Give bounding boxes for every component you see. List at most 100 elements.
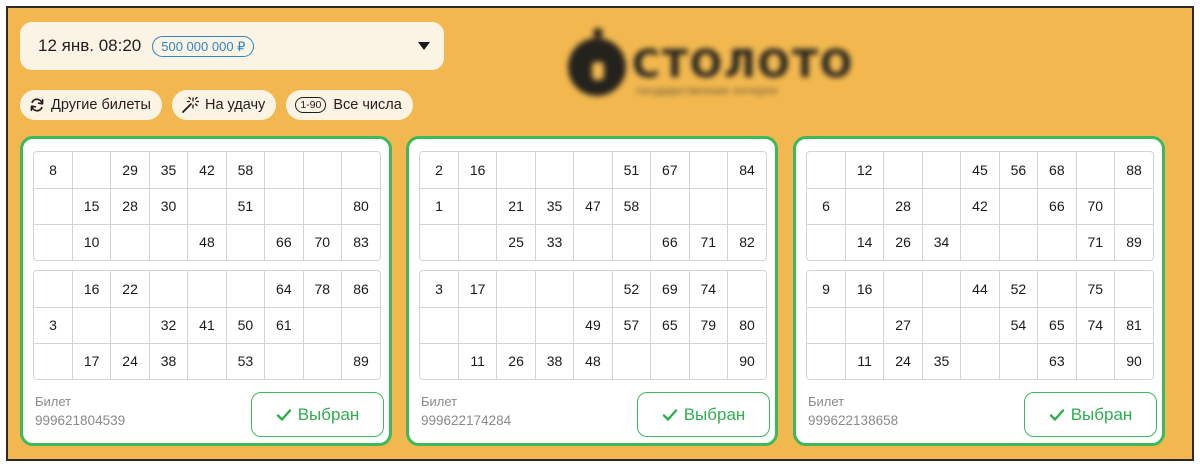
ticket-cell: 51	[611, 152, 652, 189]
ticket-cell	[844, 306, 885, 344]
ticket-cell: 6	[807, 187, 846, 225]
jackpot-badge: 500 000 000 ₽	[152, 35, 255, 57]
ticket-cell: 70	[302, 223, 343, 260]
ticket-number: 999622174284	[421, 413, 512, 428]
ticket-cell	[341, 152, 380, 189]
ticket-cell: 80	[727, 306, 766, 344]
ticket-field: 9 16 44 52 75 27 54 65 74 81 11 24 35 63 90	[806, 270, 1154, 380]
ticket-cell: 16	[71, 271, 112, 308]
ticket-cell: 29	[110, 152, 150, 189]
ticket-cell: 79	[688, 306, 729, 344]
ticket-label: Билет	[808, 394, 845, 409]
ticket-cell	[34, 271, 73, 308]
ticket-cell: 25	[496, 223, 536, 260]
all-numbers-button[interactable]: 1-90 Все числа	[286, 90, 413, 120]
ticket-cell	[1114, 271, 1153, 308]
ticket-cell: 47	[573, 187, 613, 225]
ticket-cell: 26	[883, 223, 923, 260]
ticket-card[interactable]: 8 29 35 42 58 15 28 30 51 80 10 48 66 70 83 16 22 64 78 86 3…	[20, 136, 392, 446]
ticket-row: 25 33 66 71 82	[420, 223, 766, 260]
ticket-card[interactable]: 12 45 56 68 88 6 28 42 66 70 14 26 34 71 89 9 16 44 52 75 27…	[793, 136, 1165, 446]
ticket-cell: 68	[1037, 152, 1077, 189]
ticket-cell	[921, 152, 962, 189]
ticket-cell: 35	[148, 152, 189, 189]
selected-button-label: Выбран	[1070, 404, 1133, 424]
ticket-cell: 42	[187, 152, 227, 189]
ticket-cell	[998, 223, 1039, 260]
ticket-cell	[688, 152, 729, 189]
ticket-cell	[34, 223, 73, 260]
ticket-row: 9 16 44 52 75	[807, 271, 1153, 308]
ticket-cell: 48	[187, 223, 227, 260]
ticket-cell	[573, 152, 613, 189]
selected-button-label: Выбран	[297, 404, 360, 424]
ticket-cell	[573, 223, 613, 260]
ticket-cell	[496, 271, 536, 308]
ticket-cell: 42	[960, 187, 1000, 225]
ticket-row: 15 28 30 51 80	[34, 187, 380, 225]
other-tickets-button[interactable]: Другие билеты	[20, 90, 162, 120]
ticket-cell: 57	[611, 306, 652, 344]
ticket-cell: 1	[420, 187, 459, 225]
selected-button[interactable]: Выбран	[637, 392, 770, 437]
ticket-cell	[225, 271, 266, 308]
ticket-cell: 24	[110, 342, 150, 379]
ticket-cell	[688, 342, 729, 379]
ticket-cell: 27	[883, 306, 923, 344]
ticket-cell: 74	[688, 271, 729, 308]
ticket-cell: 16	[844, 271, 885, 308]
ticket-cell	[457, 223, 498, 260]
random-button[interactable]: На удачу	[171, 90, 277, 120]
ticket-field: 3 17 52 69 74 49 57 65 79 80 11 26 38 48 90	[419, 270, 767, 380]
ticket-cell: 41	[187, 306, 227, 344]
ticket-cell: 64	[264, 271, 304, 308]
ticket-cell: 17	[71, 342, 112, 379]
ticket-cell	[187, 342, 227, 379]
ticket-actions: Другие билеты На удачу 1-90 Все числа	[20, 90, 413, 120]
ticket-cell: 45	[960, 152, 1000, 189]
ticket-row: 17 24 38 53 89	[34, 342, 380, 379]
ticket-cell	[921, 187, 962, 225]
ticket-cell: 9	[807, 271, 846, 308]
ticket-cell: 71	[1075, 223, 1116, 260]
ticket-cell: 67	[650, 152, 690, 189]
ticket-cell	[420, 306, 459, 344]
random-label: На удачу	[204, 97, 266, 113]
ticket-card[interactable]: 2 16 51 67 84 1 21 35 47 58 25 33 66 71 82 3 17 52 69 74 49 5…	[406, 136, 778, 446]
ticket-cell	[1037, 223, 1077, 260]
selected-button[interactable]: Выбран	[1024, 392, 1157, 437]
ticket-cell	[264, 187, 304, 225]
check-icon	[1049, 408, 1065, 422]
ticket-cell: 3	[34, 306, 73, 344]
ticket-cell: 69	[650, 271, 690, 308]
ticket-cell	[650, 187, 690, 225]
ticket-cell: 90	[1114, 342, 1153, 379]
ticket-cell: 65	[650, 306, 690, 344]
ticket-row: 27 54 65 74 81	[807, 306, 1153, 344]
ticket-cell: 66	[264, 223, 304, 260]
ticket-row: 11 26 38 48 90	[420, 342, 766, 379]
logo-dot	[593, 28, 603, 38]
ticket-cell: 78	[302, 271, 343, 308]
caret-down-icon[interactable]	[418, 42, 430, 50]
ticket-cell: 28	[110, 187, 150, 225]
ticket-cell	[807, 306, 846, 344]
check-icon	[662, 408, 678, 422]
ticket-cell: 11	[457, 342, 498, 379]
ticket-cell	[688, 187, 729, 225]
range-badge: 1-90	[295, 97, 327, 113]
selected-button[interactable]: Выбран	[251, 392, 384, 437]
ticket-cell	[302, 306, 343, 344]
ticket-number: 999621804539	[35, 413, 126, 428]
ticket-cell	[807, 152, 846, 189]
ticket-cell	[960, 342, 1000, 379]
ticket-cell: 28	[883, 187, 923, 225]
draw-selector[interactable]: 12 янв. 08:20 500 000 000 ₽	[20, 22, 444, 70]
ticket-cell: 83	[341, 223, 380, 260]
ticket-cell: 33	[534, 223, 575, 260]
ticket-cell	[187, 271, 227, 308]
draw-date: 12 янв. 08:20	[38, 36, 142, 55]
ticket-cell	[883, 271, 923, 308]
logo-ball-icon	[568, 38, 626, 96]
ticket-cell: 24	[883, 342, 923, 379]
